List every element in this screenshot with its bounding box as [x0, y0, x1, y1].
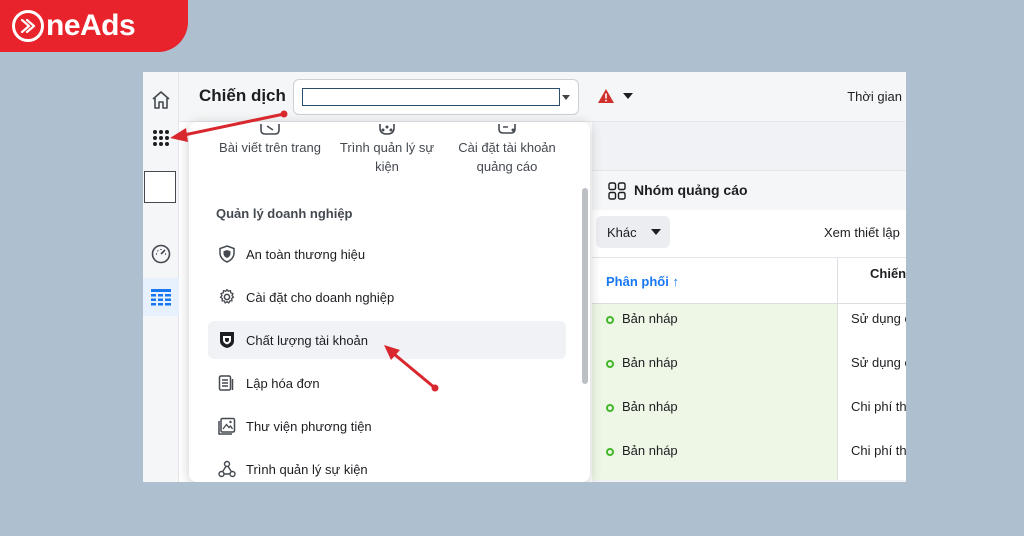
time-range-label[interactable]: Thời gian — [847, 89, 902, 104]
chevron-down-icon — [562, 95, 570, 100]
other-button-label: Khác — [607, 224, 637, 240]
account-square-icon[interactable] — [144, 171, 176, 203]
shortcut-page-posts[interactable]: Bài viết trên trang — [215, 122, 325, 157]
logo-play-icon — [12, 10, 44, 42]
table-icon[interactable] — [143, 278, 179, 316]
table-row[interactable]: Bản nháp Sử dụng c — [592, 304, 906, 348]
menu-item-account-quality[interactable]: Chất lượng tài khoản — [208, 321, 566, 359]
shortcut-label: Trình quản lý sự — [339, 140, 435, 155]
shortcut-label: Bài viết trên trang — [219, 140, 321, 155]
table-row[interactable]: Bản nháp Chi phí th — [592, 392, 906, 436]
row-status: Bản nháp — [622, 443, 678, 458]
draft-status-icon — [606, 404, 614, 412]
menu-item-events-manager[interactable]: Trình quản lý sự kiện — [208, 450, 566, 482]
media-library-icon — [218, 417, 236, 435]
ads-manager-screenshot: Chiến dịch Thời gian Nhóm quảng cáo Khác… — [143, 72, 906, 482]
menu-item-brand-safety[interactable]: An toàn thương hiệu — [208, 235, 566, 273]
menu-item-media-library[interactable]: Thư viện phương tiện — [208, 407, 566, 445]
page-title: Chiến dịch — [199, 86, 286, 105]
account-quality-shield-icon — [218, 331, 236, 349]
view-settings-link[interactable]: Xem thiết lập — [824, 225, 900, 240]
shortcut-ad-account-settings[interactable]: Cài đặt tài khoản quảng cáo — [447, 122, 567, 176]
row-bid-strategy: Sử dụng c — [851, 355, 906, 370]
draft-status-icon — [606, 316, 614, 324]
home-icon[interactable] — [145, 84, 177, 116]
shortcut-label-line2: kiện — [375, 159, 399, 174]
row-status: Bản nháp — [622, 399, 678, 414]
menu-scrollbar[interactable] — [582, 188, 588, 384]
adset-title: Nhóm quảng cáo — [634, 182, 748, 198]
shortcut-events-manager[interactable]: Trình quản lý sự kiện — [332, 122, 442, 176]
warning-icon — [598, 89, 614, 103]
menu-item-label: Lập hóa đơn — [246, 375, 320, 391]
left-rail — [143, 72, 179, 482]
draft-status-icon — [606, 360, 614, 368]
dashboard-gauge-icon[interactable] — [145, 238, 177, 270]
row-bid-strategy: Chi phí th — [851, 399, 906, 414]
logo-text: neAds — [46, 9, 136, 42]
table-row[interactable]: Bản nháp Sử dụng c — [592, 348, 906, 392]
menu-item-label: Thư viện phương tiện — [246, 418, 372, 434]
row-bid-strategy: Sử dụng c — [851, 311, 906, 326]
other-dropdown-button[interactable]: Khác — [596, 216, 670, 248]
table-header: Phân phối ↑ Chiến — [592, 258, 906, 304]
gear-icon — [218, 288, 236, 306]
shield-icon — [218, 245, 236, 263]
menu-item-label: Chất lượng tài khoản — [246, 332, 369, 348]
menu-item-business-settings[interactable]: Cài đặt cho doanh nghiệp — [208, 278, 566, 316]
draft-status-icon — [606, 448, 614, 456]
menu-item-label: Cài đặt cho doanh nghiệp — [246, 289, 395, 305]
campaign-select[interactable] — [293, 79, 579, 115]
shortcut-label: Cài đặt tài khoản — [458, 140, 556, 155]
events-nodes-icon — [218, 460, 236, 478]
menu-item-label: An toàn thương hiệu — [246, 246, 366, 262]
top-bar: Chiến dịch Thời gian — [179, 72, 906, 122]
ad-account-settings-icon — [489, 122, 525, 136]
column-divider — [837, 258, 838, 304]
adset-grid-icon — [608, 182, 626, 200]
campaign-select-value[interactable] — [302, 88, 560, 106]
shortcut-label-line2: quảng cáo — [476, 159, 538, 174]
menu-item-label: Trình quản lý sự kiện — [246, 461, 368, 477]
column-header-delivery[interactable]: Phân phối ↑ — [606, 274, 679, 289]
chevron-down-icon — [650, 229, 661, 235]
row-bid-strategy: Chi phí th — [851, 443, 906, 458]
table-row[interactable]: Bản nháp Chi phí th — [592, 436, 906, 480]
adset-toolbar: Khác Xem thiết lập — [592, 210, 906, 258]
all-tools-menu: Bài viết trên trang Trình quản lý sự kiệ… — [189, 122, 590, 482]
section-title-business-management: Quản lý doanh nghiệp — [216, 206, 353, 221]
chevron-down-icon — [623, 93, 633, 99]
all-tools-grid-icon[interactable] — [145, 122, 177, 154]
events-manager-icon — [369, 122, 405, 136]
adset-header: Nhóm quảng cáo — [592, 170, 906, 210]
column-header-campaign[interactable]: Chiến — [870, 266, 906, 281]
oneads-logo: neAds — [0, 0, 188, 52]
warning-dropdown[interactable] — [597, 88, 633, 104]
menu-item-billing[interactable]: Lập hóa đơn — [208, 364, 566, 402]
row-status: Bản nháp — [622, 311, 678, 326]
row-status: Bản nháp — [622, 355, 678, 370]
page-posts-icon — [252, 122, 288, 136]
billing-stack-icon — [218, 374, 236, 392]
